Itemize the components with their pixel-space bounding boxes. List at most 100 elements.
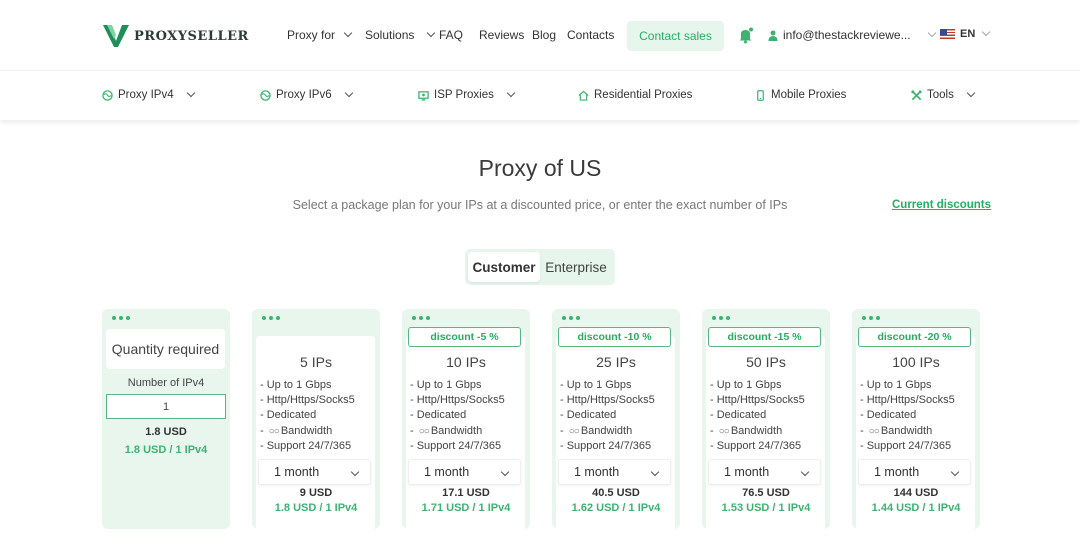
nav-solutions-label: Solutions — [365, 28, 415, 42]
infinity-icon: ○○ — [568, 425, 580, 437]
subnav-label: Mobile Proxies — [771, 89, 847, 101]
period-select[interactable]: 1 month — [408, 459, 521, 485]
card-dots — [262, 316, 283, 320]
discount-badge: discount -5 % — [408, 327, 521, 347]
period-select[interactable]: 1 month — [258, 459, 371, 485]
globe-icon — [260, 89, 271, 101]
logo[interactable]: PROXYSELLER — [102, 22, 249, 50]
feature-speed: - Up to 1 Gbps — [560, 379, 632, 391]
subnav-proxy-ipv4[interactable]: Proxy IPv4 — [102, 88, 195, 101]
card-dots — [712, 316, 733, 320]
subnav-label: ISP Proxies — [434, 89, 494, 101]
subnav-label: Proxy IPv4 — [118, 89, 174, 101]
nav-proxy-for[interactable]: Proxy for — [287, 28, 353, 42]
chevron-down-icon — [950, 467, 960, 477]
card-dots — [412, 316, 433, 320]
period-select[interactable]: 1 month — [708, 459, 821, 485]
feature-dedicated: - Dedicated — [710, 409, 767, 422]
feature-protocols: - Http/Https/Socks5 — [260, 394, 355, 407]
plan-card-5[interactable]: discount -20 % 100 IPs - Up to 1 Gbps - … — [852, 309, 980, 536]
period-select[interactable]: 1 month — [558, 459, 671, 485]
feature-support: - Support 24/7/365 — [710, 439, 802, 452]
chevron-down-icon — [427, 28, 436, 38]
nav-faq[interactable]: FAQ — [439, 28, 463, 42]
plan-card-4[interactable]: discount -15 % 50 IPs - Up to 1 Gbps - H… — [702, 309, 830, 536]
plan-card-3[interactable]: discount -10 % 25 IPs - Up to 1 Gbps - H… — [552, 309, 680, 536]
current-discounts-link[interactable]: Current discounts — [892, 199, 991, 211]
infinity-icon: ○○ — [268, 425, 280, 437]
user-email: info@thestackreviewe... — [783, 28, 911, 42]
feature-bandwidth: - ○○ Bandwidth — [860, 424, 955, 439]
plan-ip-count: 10 IPs — [446, 354, 486, 370]
plan-features: - Up to 1 Gbps - Http/Https/Socks5 - Ded… — [560, 378, 655, 454]
plan-total: 9 USD — [299, 487, 333, 499]
period-label: 1 month — [274, 465, 320, 479]
chevron-down-icon — [982, 27, 991, 37]
plan-total: 144 USD — [893, 487, 939, 499]
subnav-proxy-ipv6[interactable]: Proxy IPv6 — [260, 88, 353, 101]
subnav-mobile-proxies[interactable]: Mobile Proxies — [755, 89, 846, 101]
feature-speed: - Up to 1 Gbps — [260, 379, 332, 391]
feature-bandwidth: - ○○ Bandwidth — [560, 424, 655, 439]
nav-solutions[interactable]: Solutions — [365, 28, 436, 42]
plan-per-ip: 1.44 USD / 1 IPv4 — [871, 502, 961, 514]
isp-icon — [418, 90, 429, 101]
globe-icon — [102, 89, 113, 101]
feature-speed: - Up to 1 Gbps — [410, 379, 482, 391]
plan-total: 17.1 USD — [442, 487, 490, 499]
period-select[interactable]: 1 month — [858, 459, 971, 485]
subnav-tools[interactable]: Tools — [911, 88, 976, 101]
plan-total: 40.5 USD — [592, 487, 640, 499]
plan-per-ip: 1.8 USD / 1 IPv4 — [274, 502, 358, 514]
user-menu[interactable]: info@thestackreviewe... — [768, 28, 936, 42]
nav-reviews-label: Reviews — [479, 28, 525, 42]
chevron-down-icon — [927, 28, 936, 38]
customer-type-toggle: Customer Enterprise — [465, 249, 615, 285]
product-nav: Proxy IPv4 Proxy IPv6 ISP Proxies Reside… — [0, 70, 1080, 120]
plan-total: 76.5 USD — [742, 487, 790, 499]
plan-card-2[interactable]: discount -5 % 10 IPs - Up to 1 Gbps - Ht… — [402, 309, 530, 536]
tools-icon — [911, 89, 922, 100]
period-label: 1 month — [724, 465, 770, 479]
plan-features: - Up to 1 Gbps - Http/Https/Socks5 - Ded… — [260, 378, 355, 454]
bell-icon[interactable] — [738, 27, 754, 49]
contact-sales-button[interactable]: Contact sales — [627, 21, 724, 51]
us-flag-icon — [940, 29, 955, 39]
feature-speed: - Up to 1 Gbps — [860, 379, 932, 391]
phone-icon — [757, 89, 764, 101]
feature-protocols: - Http/Https/Socks5 — [560, 394, 655, 407]
chevron-down-icon — [500, 467, 510, 477]
nav-faq-label: FAQ — [439, 28, 464, 42]
discount-badge: discount -20 % — [858, 327, 971, 347]
feature-speed: - Up to 1 Gbps — [710, 379, 782, 391]
plan-card-1[interactable]: 5 IPs - Up to 1 Gbps - Http/Https/Socks5… — [252, 309, 380, 536]
feature-bandwidth: - ○○ Bandwidth — [710, 424, 805, 439]
user-icon — [768, 30, 778, 41]
feature-bandwidth: - ○○ Bandwidth — [410, 424, 505, 439]
quantity-label: Number of IPv4 — [127, 377, 205, 389]
subnav-isp-proxies[interactable]: ISP Proxies — [418, 88, 516, 101]
chevron-down-icon — [966, 88, 976, 98]
quantity-input[interactable]: 1 — [106, 394, 226, 419]
plan-per-ip: 1.62 USD / 1 IPv4 — [571, 502, 661, 514]
nav-blog[interactable]: Blog — [532, 28, 556, 42]
chevron-down-icon — [800, 467, 810, 477]
nav-contacts-label: Contacts — [567, 28, 615, 42]
language-selector[interactable]: EN — [940, 27, 991, 40]
language-label: EN — [960, 28, 976, 40]
plan-features: - Up to 1 Gbps - Http/Https/Socks5 - Ded… — [410, 378, 505, 454]
subnav-residential-proxies[interactable]: Residential Proxies — [578, 89, 692, 101]
card-dots — [862, 316, 883, 320]
period-label: 1 month — [574, 465, 620, 479]
tab-customer[interactable]: Customer — [468, 252, 540, 282]
chevron-down-icon — [186, 88, 195, 98]
chevron-down-icon — [344, 88, 353, 98]
infinity-icon: ○○ — [718, 425, 730, 437]
nav-contacts[interactable]: Contacts — [567, 28, 614, 42]
feature-dedicated: - Dedicated — [860, 409, 917, 422]
logo-icon — [103, 25, 129, 47]
plan-features: - Up to 1 Gbps - Http/Https/Socks5 - Ded… — [860, 378, 955, 454]
tab-enterprise[interactable]: Enterprise — [540, 252, 612, 282]
nav-reviews[interactable]: Reviews — [479, 28, 524, 42]
subnav-label: Tools — [927, 89, 954, 101]
